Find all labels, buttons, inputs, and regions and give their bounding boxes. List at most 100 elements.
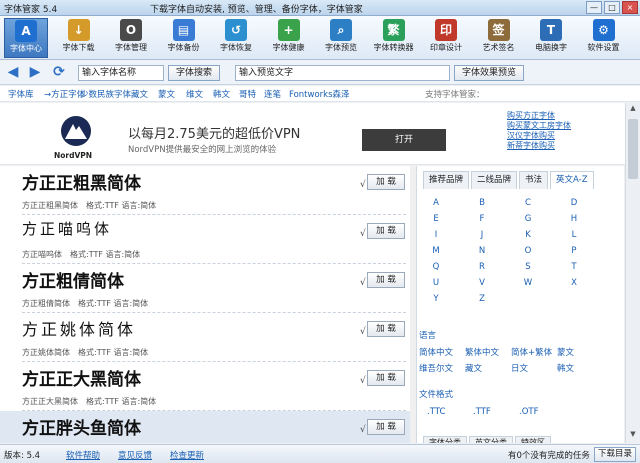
language-link[interactable]: 藏文 — [465, 362, 482, 374]
font-row[interactable]: 方正正大黑简体 方正正大黑简体 格式:TTF 语言:简体 √ 加 载 — [0, 362, 410, 411]
toolbar-download-button[interactable]: ↓ 字体下载 — [57, 18, 101, 58]
title-menu[interactable]: 下载字体自动安装, 预览、管理、备份字体，字体管家 — [150, 2, 363, 15]
load-font-button[interactable]: 加 载 — [367, 272, 405, 288]
ad-card[interactable]: NordVPN 以每月2.75美元的超低价VPN NordVPN提供最安全的网上… — [52, 109, 452, 161]
letter-link[interactable]: H — [567, 214, 581, 224]
preview-text-input[interactable]: 输入预览文字 — [235, 65, 450, 81]
letter-link[interactable]: T — [567, 262, 581, 272]
side-tab[interactable]: 推荐品牌 — [423, 171, 470, 189]
format-link[interactable]: .TTC — [427, 407, 445, 417]
load-font-button[interactable]: 加 载 — [367, 370, 405, 386]
ad-link[interactable]: 汉仪字体购买 — [507, 131, 571, 141]
scroll-down-icon[interactable]: ▼ — [627, 430, 639, 442]
load-font-button[interactable]: 加 载 — [367, 419, 405, 435]
letter-link[interactable]: A — [429, 198, 443, 208]
font-row[interactable]: 方正喵呜体 方正喵呜体 格式:TTF 语言:简体 √ 加 载 — [0, 215, 410, 264]
filter-link[interactable]: 哥特 — [239, 88, 256, 100]
toolbar-settings-button[interactable]: ⚙ 软件设置 — [582, 18, 626, 58]
toolbar-converter-button[interactable]: 繁字体转换器 — [372, 18, 416, 58]
letter-link[interactable]: K — [521, 230, 535, 240]
forward-arrow-icon[interactable]: ▶ — [26, 65, 44, 81]
vertical-scrollbar[interactable]: ▲ ▼ — [625, 103, 640, 443]
filter-link[interactable]: 藏文 — [131, 88, 148, 100]
toolbar-manage-button[interactable]: O 字体管理 — [109, 18, 153, 58]
letter-link[interactable]: Z — [475, 294, 489, 304]
font-name-input[interactable]: 输入字体名称 — [78, 65, 164, 81]
toolbar-restore-button[interactable]: ↺ 字体恢复 — [214, 18, 258, 58]
close-button[interactable]: × — [622, 1, 638, 14]
scroll-up-icon[interactable]: ▲ — [627, 104, 639, 116]
side-tab[interactable]: 书法 — [519, 171, 549, 189]
letter-link[interactable]: X — [567, 278, 581, 288]
preview-effect-button[interactable]: 字体效果预览 — [454, 65, 524, 81]
filter-link[interactable]: 少数民族字体 — [80, 88, 131, 100]
font-row[interactable]: 方正姚体简体 方正姚体简体 格式:TTF 语言:简体 √ 加 载 — [0, 313, 410, 362]
letter-link[interactable]: V — [475, 278, 489, 288]
maximize-button[interactable]: □ — [604, 1, 620, 14]
filter-link[interactable]: 字体库 — [8, 88, 34, 100]
bottom-tab[interactable]: 字体分类 — [423, 436, 467, 443]
format-link[interactable]: .OTF — [519, 407, 538, 417]
refresh-icon[interactable]: ⟳ — [50, 65, 68, 81]
letter-link[interactable]: O — [521, 246, 535, 256]
side-tab[interactable]: 英文A-Z — [550, 171, 594, 189]
ad-link[interactable]: 购买蒙文工房字体 — [507, 121, 571, 131]
update-link[interactable]: 检查更新 — [170, 449, 204, 461]
filter-link[interactable]: 连笔 — [264, 88, 281, 100]
language-link[interactable]: 简体中文 — [419, 346, 453, 358]
letter-link[interactable]: E — [429, 214, 443, 224]
scroll-thumb[interactable] — [628, 119, 638, 179]
load-font-button[interactable]: 加 载 — [367, 223, 405, 239]
ad-link[interactable]: 新蒂字体购买 — [507, 141, 571, 151]
toolbar-font-center-button[interactable]: A 字体中心 — [4, 18, 48, 58]
letter-link[interactable]: C — [521, 198, 535, 208]
format-link[interactable]: .TTF — [473, 407, 491, 417]
letter-link[interactable]: L — [567, 230, 581, 240]
toolbar-seal-button[interactable]: 印印章设计 — [424, 18, 468, 58]
bottom-tab[interactable]: 特效区 — [515, 436, 551, 443]
feedback-link[interactable]: 意见反馈 — [118, 449, 152, 461]
letter-link[interactable]: D — [567, 198, 581, 208]
language-link[interactable]: 维吾尔文 — [419, 362, 453, 374]
font-row[interactable]: 方正粗倩简体 方正粗倩简体 格式:TTF 语言:简体 √ 加 载 — [0, 264, 410, 313]
letter-link[interactable]: S — [521, 262, 535, 272]
language-link[interactable]: 日文 — [511, 362, 528, 374]
font-row[interactable]: 方正胖头鱼简体 √ 加 载 — [0, 411, 410, 443]
filter-link[interactable]: Fontworks森泽 — [289, 88, 350, 100]
language-link[interactable]: 蒙文 — [557, 346, 574, 358]
download-dir-button[interactable]: 下载目录 — [594, 447, 636, 462]
letter-link[interactable]: P — [567, 246, 581, 256]
toolbar-replace-button[interactable]: T 电脑换字 — [529, 18, 573, 58]
letter-link[interactable]: W — [521, 278, 535, 288]
letter-link[interactable]: Q — [429, 262, 443, 272]
letter-link[interactable]: M — [429, 246, 443, 256]
help-link[interactable]: 软件帮助 — [66, 449, 100, 461]
letter-link[interactable]: U — [429, 278, 443, 288]
letter-link[interactable]: F — [475, 214, 489, 224]
letter-link[interactable]: J — [475, 230, 489, 240]
letter-link[interactable]: G — [521, 214, 535, 224]
back-arrow-icon[interactable]: ◀ — [4, 65, 22, 81]
bottom-tab[interactable]: 英文分类 — [469, 436, 513, 443]
language-link[interactable]: 繁体中文 — [465, 346, 499, 358]
toolbar-health-button[interactable]: + 字体健康 — [267, 18, 311, 58]
font-row[interactable]: 方正正粗黑简体 方正正粗黑简体 格式:TTF 语言:简体 √ 加 载 — [0, 166, 410, 215]
letter-link[interactable]: R — [475, 262, 489, 272]
minimize-button[interactable]: — — [586, 1, 602, 14]
ad-open-button[interactable]: 打开 — [362, 129, 446, 151]
filter-link[interactable]: →方正字体 — [44, 88, 85, 100]
load-font-button[interactable]: 加 载 — [367, 174, 405, 190]
letter-link[interactable]: N — [475, 246, 489, 256]
language-link[interactable]: 简体+繁体 — [511, 346, 552, 358]
filter-link[interactable]: 蒙文 — [158, 88, 175, 100]
toolbar-backup-button[interactable]: ▤ 字体备份 — [162, 18, 206, 58]
letter-link[interactable]: B — [475, 198, 489, 208]
ad-link[interactable]: 购买方正字体 — [507, 111, 571, 121]
filter-link[interactable]: 韩文 — [213, 88, 230, 100]
language-link[interactable]: 韩文 — [557, 362, 574, 374]
filter-link[interactable]: 维文 — [186, 88, 203, 100]
font-search-button[interactable]: 字体搜索 — [168, 65, 220, 81]
toolbar-signature-button[interactable]: 签艺术签名 — [477, 18, 521, 58]
load-font-button[interactable]: 加 载 — [367, 321, 405, 337]
letter-link[interactable]: Y — [429, 294, 443, 304]
